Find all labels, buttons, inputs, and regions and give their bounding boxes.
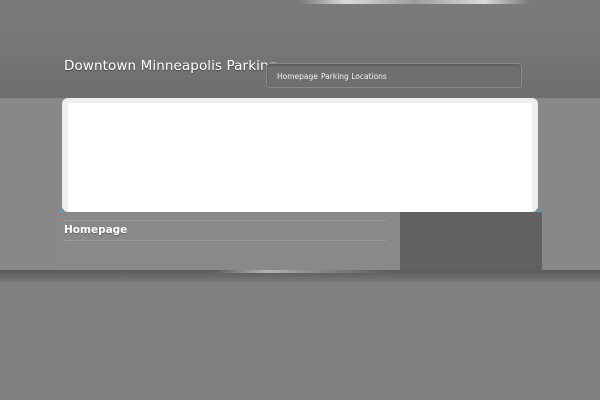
divider-top xyxy=(64,220,386,221)
nav-item-homepage[interactable]: Homepage xyxy=(277,72,318,81)
page-title: Homepage xyxy=(64,224,128,236)
sidebar xyxy=(400,212,542,270)
divider-bottom xyxy=(64,240,386,241)
main-navigation: Homepage Parking Locations xyxy=(266,63,522,88)
footer-highlight xyxy=(215,270,390,273)
page-bottom xyxy=(0,282,600,400)
image-slider[interactable] xyxy=(68,103,532,212)
top-highlight xyxy=(300,0,530,4)
nav-item-parking-locations[interactable]: Parking Locations xyxy=(321,72,387,81)
site-title[interactable]: Downtown Minneapolis Parking xyxy=(64,58,277,78)
